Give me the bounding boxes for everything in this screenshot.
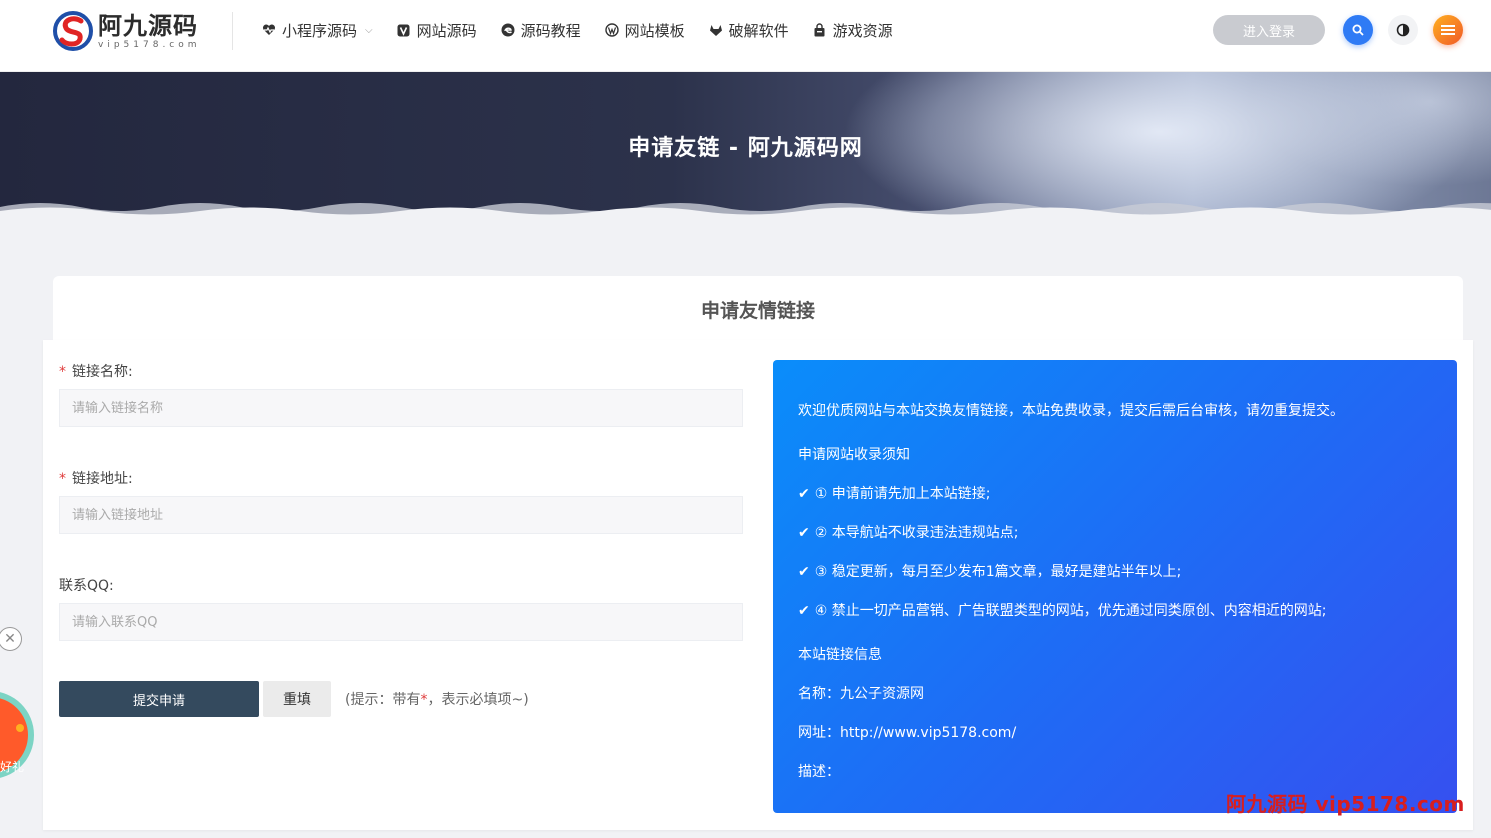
info-rule: ✔ ② 本导航站不收录违法违规站点; [798,522,1018,542]
info-rule-text: ④ 禁止一切产品营销、广告联盟类型的网站，优先通过同类原创、内容相近的网站; [814,603,1327,619]
check-icon: ✔ [798,486,810,502]
info-intro: 欢迎优质网站与本站交换友情链接，本站免费收录，提交后需后台审核，请勿重复提交。 [798,403,1344,419]
chevron-down-icon: ⌵ [365,24,373,36]
nav-item-games[interactable]: 游戏资源 [813,20,893,41]
required-mark: * [59,364,66,380]
promo-floating-widget[interactable] [0,660,35,810]
promo-text: 好礼 [0,760,25,774]
theme-toggle-button[interactable] [1388,15,1418,45]
page-banner: 申请友链 - 阿九源码网 [0,72,1491,217]
link-name-label: * 链接名称: [59,362,743,382]
link-url-field: * 链接地址: [59,469,743,534]
logo-subtitle: vip5178.com [98,40,201,50]
nav-item-miniprogram[interactable]: 小程序源码 ⌵ [262,20,373,41]
nav-item-template[interactable]: 网站模板 [604,20,685,41]
header-divider [232,12,233,50]
contact-qq-input[interactable] [59,603,743,641]
nav-item-label: 网站模板 [624,21,685,40]
heartbeat-icon [262,23,276,37]
card-header: 申请友情链接 [53,276,1463,342]
form-hint: (提示：带有*，表示必填项~) [345,689,529,709]
watermark-text: 阿九源码 vip5178.com [1226,792,1465,816]
info-rule: ✔ ③ 稳定更新，每月至少发布1篇文章，最好是建站半年以上; [798,561,1181,581]
check-icon: ✔ [798,603,810,619]
link-url-input[interactable] [59,496,743,534]
bag-icon [813,23,827,37]
info-rule-text: ③ 稳定更新，每月至少发布1篇文章，最好是建站半年以上; [814,564,1182,580]
card-title: 申请友情链接 [700,300,815,322]
logo-mark-icon [53,11,93,51]
info-rule: ✔ ④ 禁止一切产品营销、广告联盟类型的网站，优先通过同类原创、内容相近的网站; [798,600,1326,620]
contact-qq-field: 联系QQ: [59,576,743,641]
nav-item-site-source[interactable]: 网站源码 [397,20,477,41]
nav-item-label: 源码教程 [520,21,581,40]
gift-promo-graphic [0,692,34,778]
edge-icon [501,23,515,37]
reset-button[interactable]: 重填 [263,681,331,717]
wordpress-icon [604,23,619,37]
nav-item-label: 小程序源码 [282,21,358,40]
v-shield-icon [397,23,411,37]
link-url-label-text: 链接地址: [72,471,133,487]
menu-button[interactable] [1433,15,1463,45]
menu-icon [1441,25,1455,35]
site-url: 网址：http://www.vip5178.com/ [798,725,1017,741]
info-rule-text: ① 申请前请先加上本站链接; [814,486,991,502]
site-logo[interactable]: 阿九源码 vip5178.com [52,10,201,52]
search-button[interactable] [1343,15,1373,45]
contact-qq-label: 联系QQ: [59,578,114,594]
half-moon-icon [1396,23,1410,37]
check-icon: ✔ [798,564,810,580]
banner-wave [0,203,1491,217]
nav-item-tutorial[interactable]: 源码教程 [501,20,581,41]
info-rule-text: ② 本导航站不收录违法违规站点; [814,525,1019,541]
main-nav: 小程序源码 ⌵ 网站源码 源码教程 网站模板 破解软件 游戏资源 [262,0,893,60]
hint-prefix: (提示：带有 [345,692,421,708]
submit-button[interactable]: 提交申请 [59,681,259,717]
link-name-input[interactable] [59,389,743,427]
nav-item-software[interactable]: 破解软件 [709,20,789,41]
site-header: 阿九源码 vip5178.com 小程序源码 ⌵ 网站源码 源码教程 网站模板 … [0,0,1491,72]
apply-info-panel: 欢迎优质网站与本站交换友情链接，本站免费收录，提交后需后台审核，请勿重复提交。 … [773,360,1457,813]
info-rule: ✔ ① 申请前请先加上本站链接; [798,483,990,503]
hint-suffix: ，表示必填项~) [427,692,529,708]
close-icon[interactable]: ✕ [0,627,22,651]
site-info-title: 本站链接信息 [798,647,882,663]
link-name-field: * 链接名称: [59,362,743,427]
nav-item-label: 网站源码 [416,21,477,40]
nav-item-label: 破解软件 [728,21,789,40]
search-icon [1352,24,1364,36]
info-rules-title: 申请网站收录须知 [798,447,910,463]
site-name: 名称：九公子资源网 [798,686,924,702]
link-url-label: * 链接地址: [59,469,743,489]
site-description: 描述： [798,764,840,780]
gitlab-icon [709,23,723,37]
page-title: 申请友链 - 阿九源码网 [628,136,863,161]
required-mark: * [59,471,66,487]
logo-title: 阿九源码 [98,11,198,40]
link-name-label-text: 链接名称: [72,364,133,380]
check-icon: ✔ [798,525,810,541]
login-button[interactable]: 进入登录 [1213,15,1325,45]
nav-item-label: 游戏资源 [832,21,893,40]
